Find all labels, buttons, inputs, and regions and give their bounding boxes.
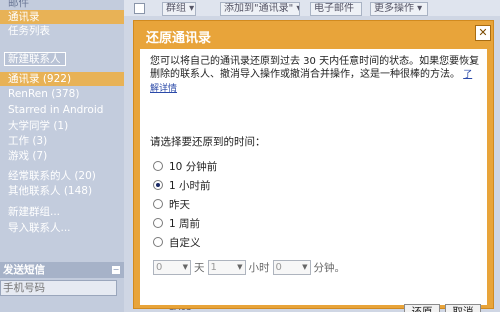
new-group-link[interactable]: 新建群组... xyxy=(0,205,124,219)
group-starred-android[interactable]: Starred in Android xyxy=(0,103,124,117)
option-label: 1 小时前 xyxy=(169,180,211,192)
dialog-intro: 您可以将自己的通讯录还原到过去 30 天内任意时间的状态。如果您要恢复删除的联系… xyxy=(150,55,480,96)
select-all-checkbox[interactable] xyxy=(134,3,145,14)
option-10-minutes[interactable]: 10 分钟前 xyxy=(153,160,217,174)
group-other[interactable]: 其他联系人 (148) xyxy=(0,184,124,198)
restore-contacts-dialog: 还原通讯录 ✕ 您可以将自己的通讯录还原到过去 30 天内任意时间的状态。如果您… xyxy=(133,20,494,312)
hours-unit: 小时 xyxy=(248,262,270,274)
chevron-down-icon: ▼ xyxy=(237,263,243,271)
days-value: 0 xyxy=(156,262,163,273)
cancel-button[interactable]: 取消 xyxy=(445,304,481,312)
sidebar: 邮件 通讯录 任务列表 新建联系人 通讯录 (922) RenRen (378)… xyxy=(0,0,124,312)
option-1-week[interactable]: 1 周前 xyxy=(153,217,200,231)
group-all-contacts[interactable]: 通讯录 (922) xyxy=(0,72,124,86)
radio-icon[interactable] xyxy=(153,218,163,228)
email-button[interactable]: 电子邮件 xyxy=(310,2,362,16)
days-unit: 天 xyxy=(194,262,205,274)
option-1-hour[interactable]: 1 小时前 xyxy=(153,179,211,193)
group-work[interactable]: 工作 (3) xyxy=(0,134,124,148)
more-actions-button[interactable]: 更多操作 ▾ xyxy=(370,2,428,16)
new-contact-button[interactable]: 新建联系人 xyxy=(4,52,66,66)
group-renren[interactable]: RenRen (378) xyxy=(0,87,124,101)
radio-icon[interactable] xyxy=(153,199,163,209)
time-prompt: 请选择要还原到的时间： xyxy=(150,136,266,148)
option-label: 自定义 xyxy=(169,237,201,249)
phone-number-input[interactable] xyxy=(0,280,117,296)
add-to-contacts-button[interactable]: 添加到"通讯录" ▾ xyxy=(220,2,300,16)
toolbar: 群组 ▾ 添加到"通讯录" ▾ 电子邮件 更多操作 ▾ xyxy=(124,0,500,16)
option-label: 1 周前 xyxy=(169,218,201,230)
group-button[interactable]: 群组 ▾ xyxy=(162,2,196,16)
radio-icon[interactable] xyxy=(153,161,163,171)
custom-time-row: 0 ▼ 天 1 ▼ 小时 0 ▼ 分钟。 xyxy=(153,260,348,276)
close-icon[interactable]: ✕ xyxy=(475,25,491,41)
option-label: 10 分钟前 xyxy=(169,161,218,173)
radio-icon[interactable] xyxy=(153,237,163,247)
chevron-down-icon: ▼ xyxy=(182,263,188,271)
option-custom[interactable]: 自定义 xyxy=(153,236,201,250)
sidebar-item-mail[interactable]: 邮件 xyxy=(0,0,124,10)
sms-header: 发送短信 − xyxy=(0,262,124,278)
collapse-icon[interactable]: − xyxy=(112,266,120,274)
hours-select[interactable]: 1 ▼ xyxy=(207,260,246,275)
sidebar-item-contacts[interactable]: 通讯录 xyxy=(0,10,124,24)
group-games[interactable]: 游戏 (7) xyxy=(0,149,124,163)
group-frequent[interactable]: 经常联系的人 (20) xyxy=(0,169,124,183)
group-classmates[interactable]: 大学同学 (1) xyxy=(0,119,124,133)
option-yesterday[interactable]: 昨天 xyxy=(153,198,190,212)
intro-text: 您可以将自己的通讯录还原到过去 30 天内任意时间的状态。如果您要恢复删除的联系… xyxy=(150,56,480,80)
dialog-body: 您可以将自己的通讯录还原到过去 30 天内任意时间的状态。如果您要恢复删除的联系… xyxy=(140,49,487,312)
restore-button[interactable]: 还原 xyxy=(404,304,440,312)
days-select[interactable]: 0 ▼ xyxy=(153,260,191,275)
minutes-select[interactable]: 0 ▼ xyxy=(272,260,311,275)
sms-header-label: 发送短信 xyxy=(3,264,45,276)
import-contacts-link[interactable]: 导入联系人... xyxy=(0,221,124,235)
radio-selected-icon[interactable] xyxy=(153,180,163,190)
minutes-value: 0 xyxy=(275,262,282,273)
dialog-title: 还原通讯录 xyxy=(146,31,212,46)
option-label: 昨天 xyxy=(169,199,190,211)
chevron-down-icon: ▼ xyxy=(302,263,308,271)
minutes-unit: 分钟。 xyxy=(313,262,346,274)
hours-value: 1 xyxy=(210,262,217,273)
sidebar-item-tasks[interactable]: 任务列表 xyxy=(0,24,124,38)
